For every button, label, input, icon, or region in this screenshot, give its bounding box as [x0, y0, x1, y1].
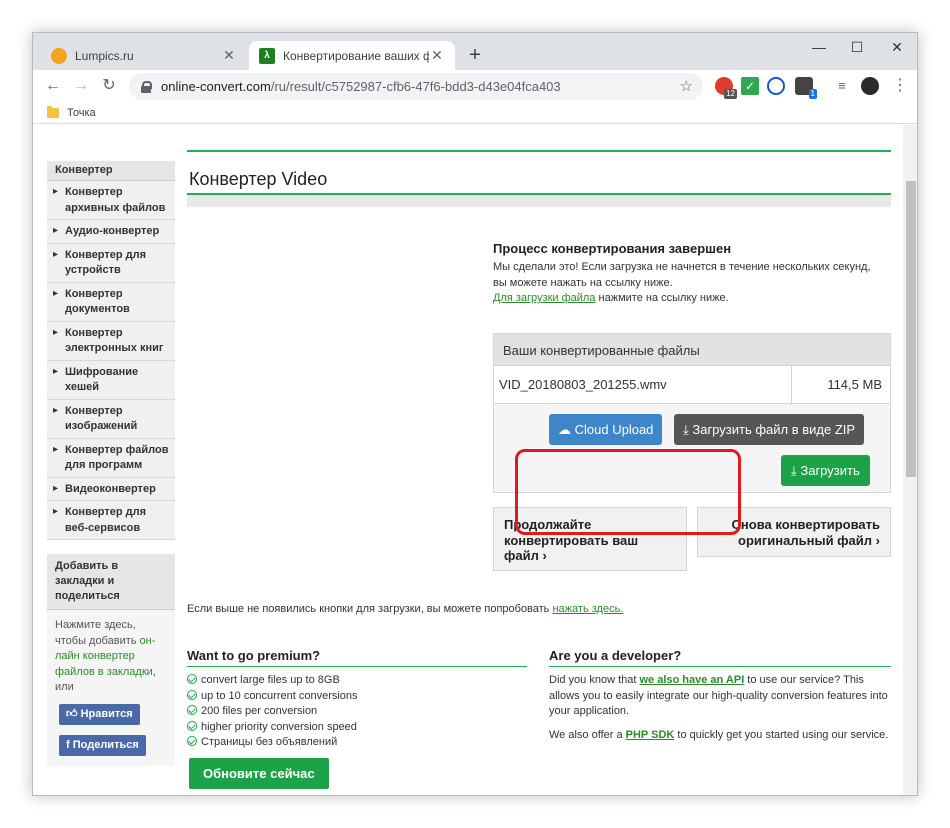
mail-extension-icon[interactable]: 12	[715, 77, 737, 99]
cloud-upload-icon: ☁	[558, 422, 575, 437]
cloud-upload-button[interactable]: ☁ Cloud Upload	[549, 414, 663, 445]
highlight-frame	[515, 449, 741, 535]
php-sdk-link[interactable]: PHP SDK	[626, 729, 675, 741]
premium-features-list: convert large files up to 8GB up to 10 c…	[187, 673, 358, 751]
developer-title: Are you a developer?	[549, 648, 891, 667]
api-link[interactable]: we also have an API	[640, 674, 745, 686]
profile-avatar[interactable]	[861, 77, 879, 95]
download-button[interactable]: ⤓ Загрузить	[781, 455, 870, 486]
window-close-icon[interactable]: ✕	[879, 33, 915, 63]
list-item: up to 10 concurrent conversions	[187, 689, 358, 705]
close-tab-icon[interactable]: ✕	[429, 47, 445, 64]
sidebar-item-web[interactable]: Конвертер для веб-сервисов	[47, 501, 175, 540]
sidebar-item-audio[interactable]: Аудио-конвертер	[47, 220, 175, 244]
close-tab-icon[interactable]: ✕	[221, 47, 237, 64]
scrollbar-thumb[interactable]	[906, 181, 916, 477]
back-arrow-icon[interactable]: ←	[43, 76, 63, 96]
thumbs-up-icon: 👍︎	[66, 707, 81, 720]
download-zip-button[interactable]: ⤓ Загрузить файл в виде ZIP	[674, 414, 865, 445]
globe-extension-icon[interactable]	[767, 77, 785, 95]
check-circle-icon	[187, 705, 197, 715]
premium-title: Want to go premium?	[187, 648, 527, 667]
download-icon: ⤓	[683, 422, 693, 437]
conversion-done-text: Мы сделали это! Если загрузка не начнетс…	[493, 261, 871, 304]
lock-icon	[141, 80, 152, 93]
list-item: convert large files up to 8GB	[187, 673, 358, 689]
retry-link[interactable]: нажать здесь.	[552, 603, 623, 615]
new-tab-icon[interactable]: +	[463, 43, 487, 67]
reload-icon[interactable]: ↻	[99, 76, 119, 96]
tab-strip: Lumpics.ru ✕ λ Конвертирование ваших фай…	[33, 33, 917, 70]
chevron-right-icon: ›	[875, 532, 880, 548]
maximize-icon[interactable]: ☐	[839, 33, 875, 63]
file-size: 114,5 MB	[827, 377, 882, 392]
like-button[interactable]: 👍︎ Нравится	[59, 703, 140, 725]
list-item: higher priority conversion speed	[187, 720, 358, 736]
bookmarks-bar: Точка	[33, 102, 917, 124]
browser-window: Lumpics.ru ✕ λ Конвертирование ваших фай…	[32, 32, 918, 796]
conversion-done-title: Процесс конвертирования завершен	[493, 241, 732, 256]
tab-title: Lumpics.ru	[75, 48, 134, 63]
page-viewport: Конвертер Конвертер архивных файлов Ауди…	[33, 125, 917, 795]
file-name[interactable]: VID_20180803_201255.wmv	[494, 366, 792, 403]
browser-toolbar: ← → ↻ online-convert.com/ru/result/c5752…	[33, 70, 917, 102]
online-convert-favicon-icon: λ	[259, 47, 275, 64]
sidebar-item-images[interactable]: Конвертер изображений	[47, 399, 175, 439]
check-circle-icon	[187, 689, 197, 700]
bookmark-star-icon[interactable]: ☆	[680, 77, 693, 95]
developer-paragraph-api: Did you know that we also have an API to…	[549, 674, 888, 717]
box-extension-icon[interactable]: 1	[795, 77, 817, 99]
files-header: Ваши конвертированные файлы	[494, 334, 890, 366]
upgrade-now-button[interactable]: Обновите сейчас	[189, 758, 329, 789]
sidebar: Конвертер Конвертер архивных файлов Ауди…	[47, 161, 175, 766]
sidebar-item-devices[interactable]: Конвертер для устройств	[47, 243, 175, 283]
tab-lumpics[interactable]: Lumpics.ru ✕	[41, 41, 247, 70]
sidebar-item-video[interactable]: Видеоконвертер	[47, 477, 175, 501]
bookmark-share-box: Добавить в закладки и поделиться Нажмите…	[47, 554, 175, 766]
title-band	[187, 193, 891, 207]
file-row: VID_20180803_201255.wmv 114,5 MB	[494, 366, 890, 404]
developer-text: Did you know that we also have an API to…	[549, 673, 889, 743]
list-item: Страницы без объявлений	[187, 735, 358, 751]
bookmark-box-title: Добавить в закладки и поделиться	[47, 554, 175, 610]
sidebar-item-ebooks[interactable]: Конвертер электронных книг	[47, 321, 175, 361]
page-title: Конвертер Video	[189, 169, 328, 189]
folder-icon	[47, 105, 59, 118]
sidebar-item-documents[interactable]: Конвертер документов	[47, 282, 175, 322]
list-item: 200 files per conversion	[187, 704, 358, 720]
address-bar[interactable]: online-convert.com/ru/result/c5752987-cf…	[129, 73, 703, 100]
minimize-icon[interactable]: —	[801, 33, 837, 63]
url-text: online-convert.com/ru/result/c5752987-cf…	[161, 79, 561, 94]
sidebar-item-hash[interactable]: Шифрование хешей	[47, 360, 175, 400]
tab-online-convert[interactable]: λ Конвертирование ваших файл ✕	[249, 41, 455, 70]
download-file-link[interactable]: Для загрузки файла	[493, 292, 595, 304]
sidebar-item-software[interactable]: Конвертер файлов для программ	[47, 438, 175, 478]
bookmark-item[interactable]: Точка	[67, 107, 96, 119]
forward-arrow-icon[interactable]: →	[71, 76, 91, 96]
lumpics-favicon-icon	[51, 47, 67, 64]
check-circle-icon	[187, 736, 197, 746]
developer-paragraph-sdk: We also offer a PHP SDK to quickly get y…	[549, 728, 889, 741]
chevron-right-icon: ›	[542, 548, 547, 563]
facebook-icon: f	[66, 738, 73, 751]
check-circle-icon	[187, 720, 197, 731]
bookmark-box-text: Нажмите здесь, чтобы добавить он-лайн ко…	[55, 619, 156, 693]
menu-dots-icon[interactable]: ⋮	[891, 77, 909, 95]
check-circle-icon	[187, 674, 197, 684]
media-queue-icon[interactable]: ≡	[833, 77, 851, 95]
share-button[interactable]: f Поделиться	[59, 734, 146, 756]
tab-title: Конвертирование ваших файл	[283, 48, 429, 63]
sidebar-item-archive[interactable]: Конвертер архивных файлов	[47, 181, 175, 220]
checkmark-extension-icon[interactable]: ✓	[741, 77, 759, 95]
scrollbar[interactable]	[903, 125, 917, 795]
download-icon: ⤓	[791, 463, 801, 478]
retry-text: Если выше не появились кнопки для загруз…	[187, 603, 624, 615]
top-divider	[187, 150, 891, 152]
sidebar-header: Конвертер	[47, 161, 175, 181]
